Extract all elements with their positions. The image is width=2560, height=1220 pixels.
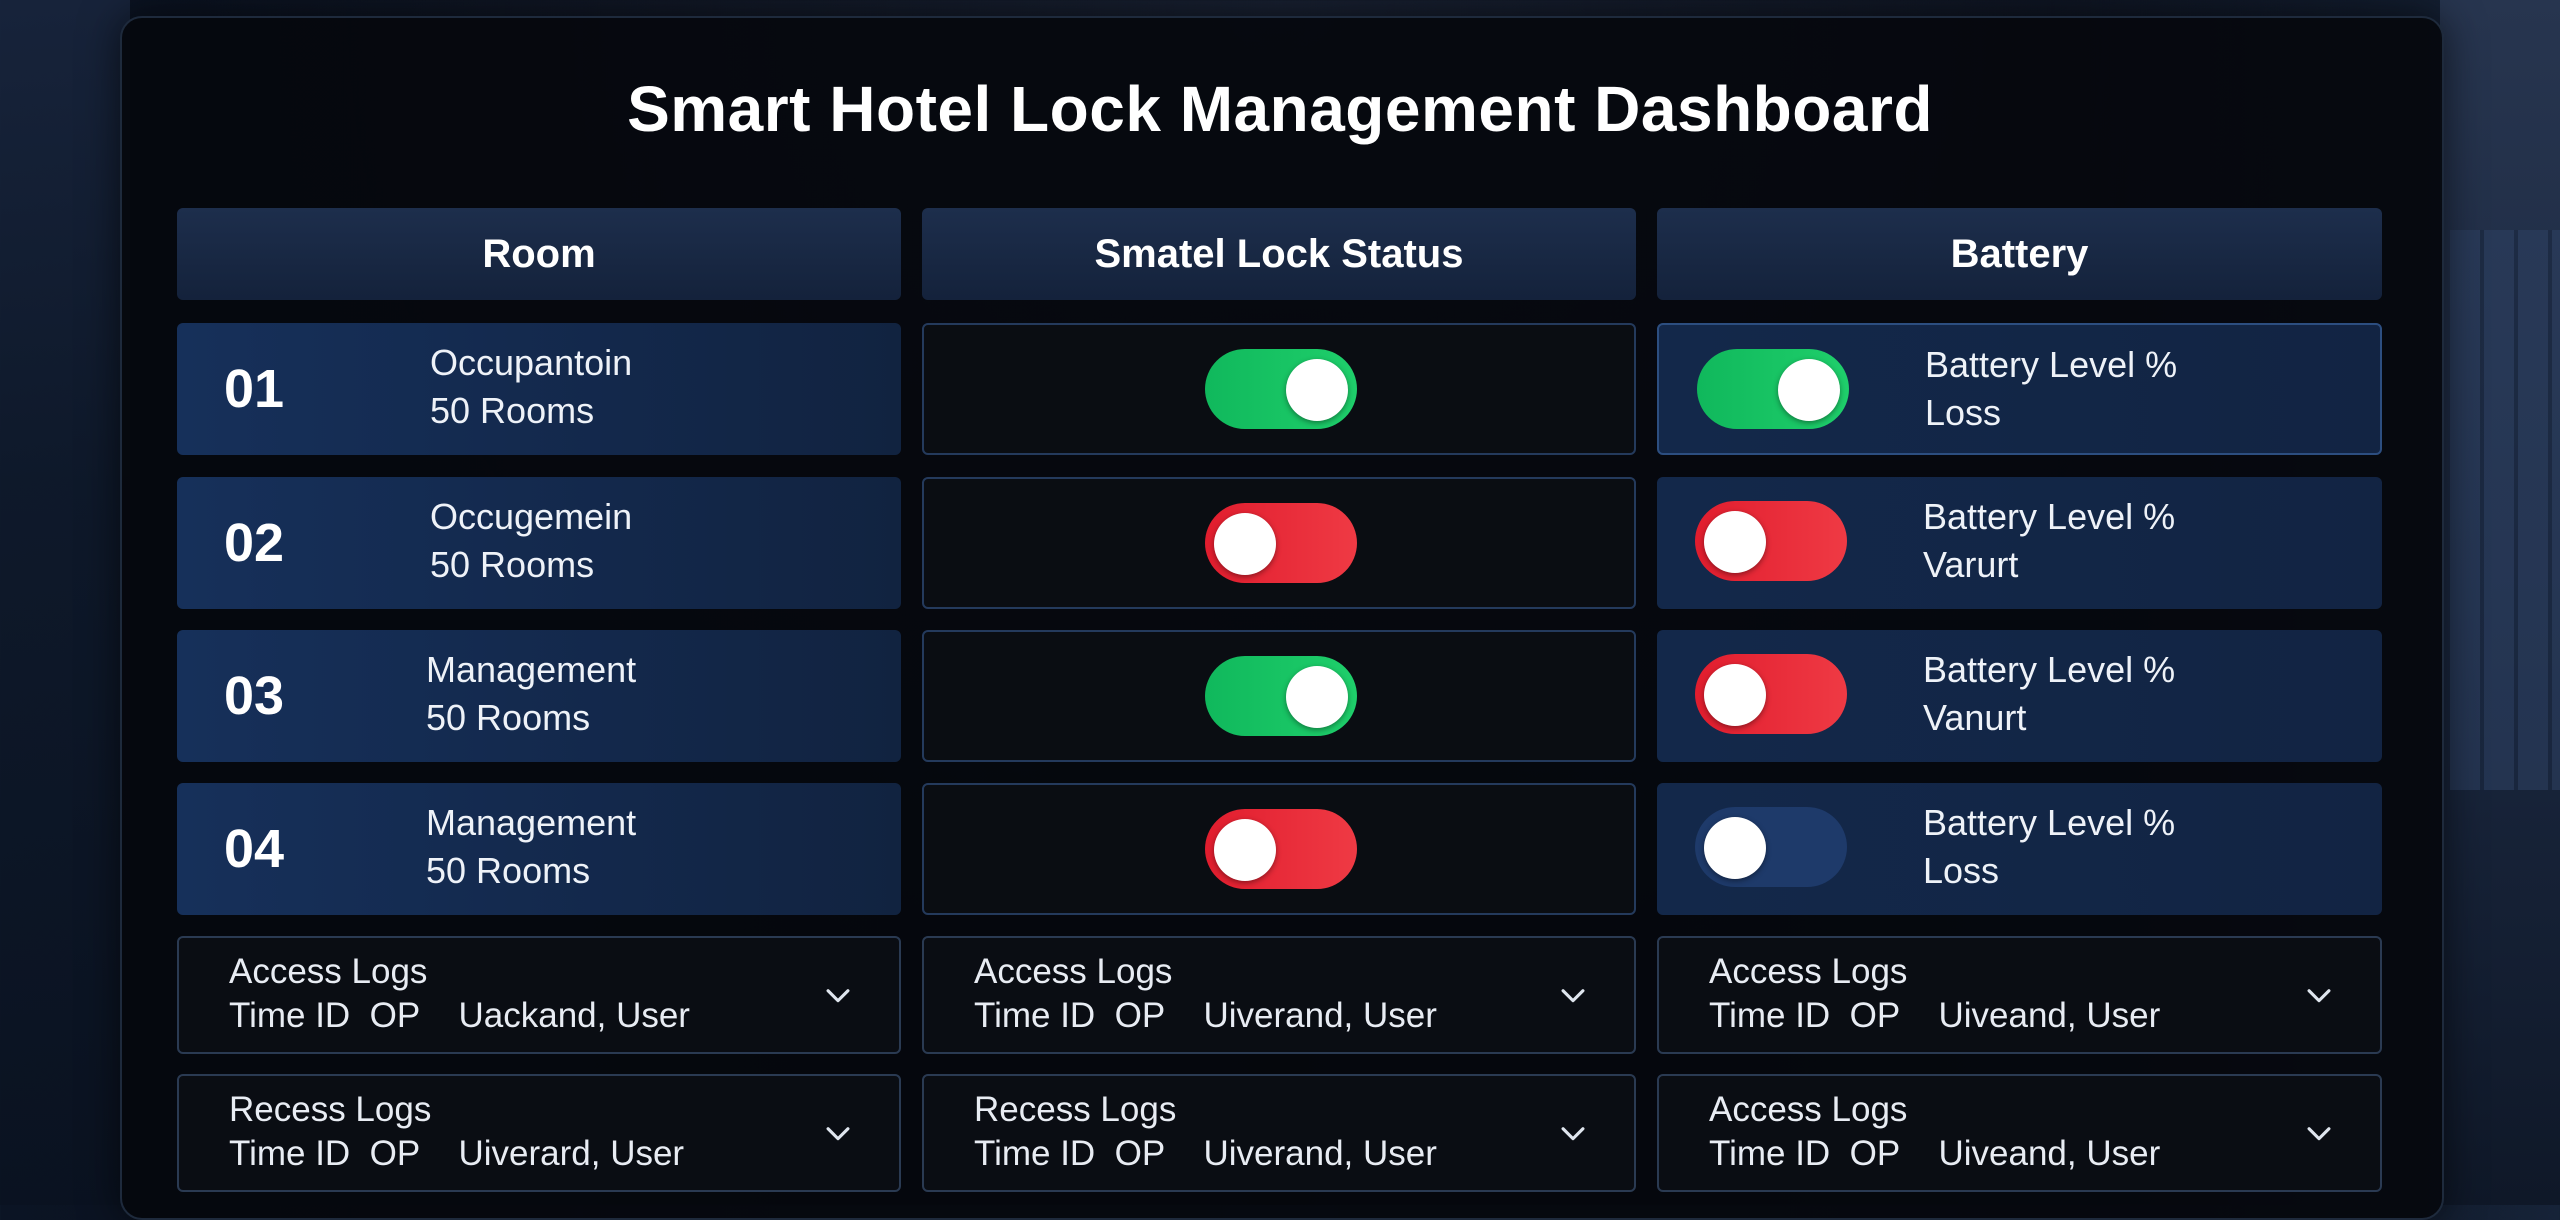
toggle-knob xyxy=(1286,666,1348,728)
battery-cell: Battery Level % Loss xyxy=(1657,783,2382,915)
toggle-knob xyxy=(1214,513,1276,575)
column-header-room: Room xyxy=(177,208,901,300)
lock-status-cell xyxy=(922,783,1636,915)
room-number: 02 xyxy=(224,513,285,573)
recess-log-dropdown[interactable]: Recess Logs Time ID OP Uiverand, User xyxy=(922,1074,1636,1192)
battery-info: Battery Level % Vanurt xyxy=(1923,646,2175,742)
battery-cell: Battery Level % Vanurt xyxy=(1657,630,2382,762)
room-type: Management xyxy=(426,802,637,843)
toggle-knob xyxy=(1704,817,1766,879)
lock-status-cell xyxy=(922,630,1636,762)
room-info: Occugemein 50 Rooms xyxy=(430,493,632,589)
column-header-battery: Battery xyxy=(1657,208,2382,300)
chevron-down-icon[interactable] xyxy=(2302,978,2336,1012)
log-title: Recess Logs xyxy=(974,1090,1177,1129)
toggle-knob xyxy=(1778,359,1840,421)
log-title: Access Logs xyxy=(1709,952,1908,991)
chevron-down-icon[interactable] xyxy=(821,1116,855,1150)
room-count: 50 Rooms xyxy=(430,544,595,585)
log-title: Access Logs xyxy=(229,952,428,991)
room-info: Management 50 Rooms xyxy=(426,799,636,895)
chevron-down-icon[interactable] xyxy=(1556,1116,1590,1150)
battery-status: Loss xyxy=(1923,850,2000,891)
battery-level-label: Battery Level % xyxy=(1925,344,2178,385)
battery-level-label: Battery Level % xyxy=(1923,802,2176,843)
lock-toggle[interactable] xyxy=(1205,809,1357,889)
battery-level-label: Battery Level % xyxy=(1923,496,2176,537)
log-columns: Time ID OP Uackand, User xyxy=(229,996,690,1035)
lock-status-cell xyxy=(922,477,1636,609)
battery-status: Vanurt xyxy=(1923,697,2027,738)
recess-log-dropdown[interactable]: Recess Logs Time ID OP Uiverard, User xyxy=(177,1074,901,1192)
lock-toggle[interactable] xyxy=(1205,503,1357,583)
battery-cell: Battery Level % Loss xyxy=(1657,323,2382,455)
log-columns: Time ID OP Uiverand, User xyxy=(974,996,1437,1035)
room-cell[interactable]: 04 Management 50 Rooms xyxy=(177,783,901,915)
battery-status: Varurt xyxy=(1923,544,2019,585)
battery-level-label: Battery Level % xyxy=(1923,649,2176,690)
room-count: 50 Rooms xyxy=(426,850,591,891)
battery-toggle[interactable] xyxy=(1695,501,1847,581)
log-columns: Time ID OP Uiverard, User xyxy=(229,1134,685,1173)
log-columns: Time ID OP Uiveand, User xyxy=(1709,996,2161,1035)
log-columns: Time ID OP Uiverand, User xyxy=(974,1134,1437,1173)
battery-info: Battery Level % Loss xyxy=(1925,341,2177,437)
background-left xyxy=(0,0,130,1205)
toggle-knob xyxy=(1214,819,1276,881)
room-cell[interactable]: 01 Occupantoin 50 Rooms xyxy=(177,323,901,455)
log-columns: Time ID OP Uiveand, User xyxy=(1709,1134,2161,1173)
room-info: Management 50 Rooms xyxy=(426,646,636,742)
battery-status: Loss xyxy=(1925,392,2002,433)
room-number: 04 xyxy=(224,819,285,879)
room-count: 50 Rooms xyxy=(430,390,595,431)
room-count: 50 Rooms xyxy=(426,697,591,738)
room-type: Management xyxy=(426,649,637,690)
access-log-dropdown[interactable]: Access Logs Time ID OP Uiveand, User xyxy=(1657,1074,2382,1192)
lock-status-cell xyxy=(922,323,1636,455)
lock-toggle[interactable] xyxy=(1205,656,1357,736)
room-type: Occugemein xyxy=(430,496,633,537)
log-title: Access Logs xyxy=(974,952,1173,991)
battery-toggle[interactable] xyxy=(1697,349,1849,429)
battery-toggle[interactable] xyxy=(1695,807,1847,887)
room-type: Occupantoin xyxy=(430,342,633,383)
room-cell[interactable]: 02 Occugemein 50 Rooms xyxy=(177,477,901,609)
access-log-dropdown[interactable]: Access Logs Time ID OP Uiverand, User xyxy=(922,936,1636,1054)
background-window xyxy=(2450,230,2560,790)
chevron-down-icon[interactable] xyxy=(821,978,855,1012)
room-cell[interactable]: 03 Management 50 Rooms xyxy=(177,630,901,762)
battery-info: Battery Level % Varurt xyxy=(1923,493,2175,589)
toggle-knob xyxy=(1704,511,1766,573)
room-number: 03 xyxy=(224,666,285,726)
page-title: Smart Hotel Lock Management Dashboard xyxy=(627,73,1933,145)
chevron-down-icon[interactable] xyxy=(1556,978,1590,1012)
battery-toggle[interactable] xyxy=(1695,654,1847,734)
toggle-knob xyxy=(1704,664,1766,726)
battery-info: Battery Level % Loss xyxy=(1923,799,2175,895)
log-title: Access Logs xyxy=(1709,1090,1908,1129)
lock-toggle[interactable] xyxy=(1205,349,1357,429)
access-log-dropdown[interactable]: Access Logs Time ID OP Uackand, User xyxy=(177,936,901,1054)
battery-cell: Battery Level % Varurt xyxy=(1657,477,2382,609)
chevron-down-icon[interactable] xyxy=(2302,1116,2336,1150)
room-info: Occupantoin 50 Rooms xyxy=(430,339,632,435)
room-number: 01 xyxy=(224,359,285,419)
access-log-dropdown[interactable]: Access Logs Time ID OP Uiveand, User xyxy=(1657,936,2382,1054)
log-title: Recess Logs xyxy=(229,1090,432,1129)
toggle-knob xyxy=(1286,359,1348,421)
column-header-lock-status: Smatel Lock Status xyxy=(922,208,1636,300)
